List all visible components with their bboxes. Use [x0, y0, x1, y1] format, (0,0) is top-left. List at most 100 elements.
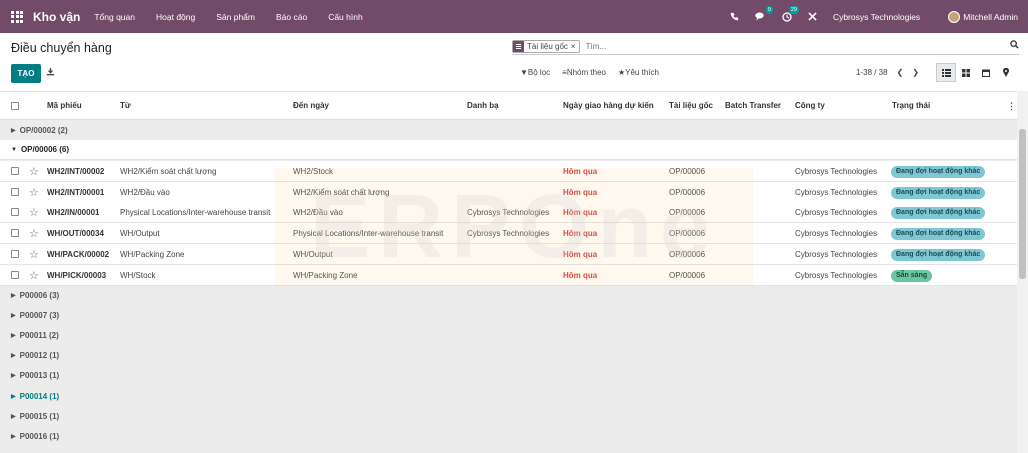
menu-operations[interactable]: Hoạt động — [156, 12, 195, 22]
table-row[interactable]: ☆ WH2/INT/00001 WH2/Đầu vào WH2/Kiểm soát c… — [0, 181, 1017, 203]
star-icon[interactable]: ☆ — [29, 186, 39, 199]
status-badge: Đang đợi hoạt động khác — [891, 186, 986, 199]
scrollbar-thumb[interactable] — [1019, 129, 1026, 279]
cell-to: WH2/Kiểm soát chất lượng — [293, 187, 390, 197]
search-icon[interactable] — [1010, 40, 1019, 51]
col-batch-transfer[interactable]: Batch Transfer — [725, 101, 781, 110]
list-view: Mã phiếu Từ Đến ngày Danh bạ Ngày giao h… — [0, 91, 1017, 453]
pager-next-icon[interactable]: ❯ — [912, 68, 919, 77]
group-row[interactable]: ▶ P00015 (1) — [0, 406, 1017, 426]
filters-toggle[interactable]: ▼Bộ lọc — [520, 68, 550, 77]
search-input[interactable] — [585, 42, 966, 51]
caret-right-icon: ▶ — [11, 373, 16, 380]
group-label: P00007 (3) — [19, 310, 60, 320]
user-avatar[interactable] — [948, 10, 961, 23]
menu-products[interactable]: Sản phẩm — [216, 12, 255, 22]
facet-label: Tài liệu gốc — [527, 42, 568, 51]
app-title[interactable]: Kho vận — [33, 10, 80, 24]
cell-to: WH/Output — [293, 249, 333, 259]
star-icon[interactable]: ☆ — [29, 248, 39, 261]
col-scheduled-date[interactable]: Ngày giao hàng dự kiến — [563, 101, 654, 110]
user-menu[interactable]: Mitchell Admin — [963, 12, 1018, 22]
favorites-toggle[interactable]: ★Yêu thích — [618, 68, 659, 77]
col-company[interactable]: Công ty — [795, 101, 825, 110]
debug-tools-icon[interactable] — [808, 12, 817, 21]
row-checkbox[interactable] — [11, 167, 19, 175]
kanban-view-button[interactable] — [956, 63, 976, 82]
table-row[interactable]: ☆ WH/PACK/00002 WH/Packing Zone WH/Output Hô… — [0, 243, 1017, 265]
group-row[interactable]: ▶ P00006 (3) — [0, 285, 1017, 305]
row-checkbox[interactable] — [11, 249, 19, 258]
pager: 1-38 / 38 ❮ ❯ — [856, 68, 919, 77]
cell-scheduled-date: Hôm qua — [563, 270, 598, 280]
apps-menu-icon[interactable] — [11, 10, 23, 23]
cell-scheduled-date: Hôm qua — [563, 229, 598, 239]
star-icon[interactable]: ☆ — [29, 206, 39, 219]
filters-label: Bộ lọc — [527, 68, 551, 77]
col-contact[interactable]: Danh bạ — [467, 101, 499, 110]
col-status[interactable]: Trạng thái — [892, 101, 930, 110]
filter-icon: ▼ — [520, 68, 528, 77]
group-row-open[interactable]: ▼ OP/00006 (6) — [0, 140, 1017, 160]
vertical-scrollbar[interactable] — [1017, 91, 1028, 453]
map-view-button[interactable] — [996, 63, 1016, 82]
star-icon[interactable]: ☆ — [29, 227, 39, 240]
star-icon[interactable]: ☆ — [29, 269, 39, 282]
chat-icon[interactable]: 9 — [755, 6, 773, 21]
map-marker-icon — [1003, 68, 1009, 77]
table-row[interactable]: ☆ WH/OUT/00034 WH/Output Physical Locations… — [0, 223, 1017, 245]
group-label: P00013 (1) — [19, 371, 60, 381]
col-source-document[interactable]: Tài liệu gốc — [669, 101, 713, 110]
cell-source-document: OP/00006 — [669, 249, 706, 259]
cell-company: Cybrosys Technologies — [795, 208, 878, 218]
caret-right-icon: ▶ — [11, 312, 16, 319]
group-row[interactable]: ▶ P00011 (2) — [0, 325, 1017, 345]
cell-to: Physical Locations/Inter-warehouse trans… — [293, 229, 444, 239]
table-row[interactable]: ☆ WH2/INT/00002 WH2/Kiểm soát chất lượng WH… — [0, 161, 1017, 182]
menu-reporting[interactable]: Báo cáo — [276, 12, 307, 22]
cell-source-document: OP/00006 — [669, 208, 706, 218]
menu-overview[interactable]: Tổng quan — [94, 12, 135, 22]
phone-icon[interactable] — [730, 12, 739, 21]
select-all-checkbox[interactable] — [11, 102, 19, 110]
row-checkbox[interactable] — [11, 270, 19, 279]
caret-right-icon: ▶ — [11, 332, 16, 339]
kanban-view-icon — [962, 68, 970, 77]
cell-from: Physical Locations/Inter-warehouse trans… — [120, 208, 271, 218]
group-row[interactable]: ▶ P00013 (1) — [0, 366, 1017, 386]
group-row[interactable]: ▶ P00014 (1) — [0, 386, 1017, 406]
row-checkbox[interactable] — [11, 208, 19, 217]
menu-configuration[interactable]: Cấu hình — [328, 12, 363, 22]
optional-columns-icon[interactable]: ⋮ — [1007, 101, 1016, 112]
group-row[interactable]: ▶ P00016 (1) — [0, 426, 1017, 446]
group-row[interactable]: ▶ OP/00002 (2) — [0, 120, 1017, 140]
caret-right-icon: ▶ — [11, 413, 16, 420]
cell-to: WH2/Stock — [293, 167, 334, 176]
status-badge: Đang đợi hoạt động khác — [891, 207, 986, 220]
group-row[interactable]: ▶ P00007 (3) — [0, 305, 1017, 325]
list-view-button[interactable] — [936, 63, 956, 82]
groupby-label: Nhóm theo — [566, 68, 606, 77]
col-from[interactable]: Từ — [120, 101, 131, 110]
row-checkbox[interactable] — [11, 187, 19, 196]
col-reference[interactable]: Mã phiếu — [47, 101, 82, 110]
group-label: OP/00006 (6) — [20, 145, 69, 154]
pager-value[interactable]: 1-38 / 38 — [856, 68, 888, 77]
create-button[interactable]: TẠO — [11, 64, 41, 83]
group-label: P00006 (3) — [19, 290, 60, 300]
activity-clock-icon[interactable]: 29 — [782, 5, 799, 22]
download-icon[interactable] — [46, 67, 55, 78]
calendar-view-button[interactable] — [976, 63, 996, 82]
company-switcher[interactable]: Cybrosys Technologies — [833, 12, 920, 22]
pager-prev-icon[interactable]: ❮ — [897, 68, 904, 77]
cell-company: Cybrosys Technologies — [795, 249, 878, 259]
table-row[interactable]: ☆ WH2/IN/00001 Physical Locations/Inter-wa… — [0, 202, 1017, 224]
star-icon[interactable]: ☆ — [29, 165, 39, 178]
row-checkbox[interactable] — [11, 229, 19, 238]
facet-remove-icon[interactable]: × — [571, 42, 579, 51]
groupby-toggle[interactable]: ≡Nhóm theo — [562, 68, 606, 77]
col-to[interactable]: Đến ngày — [293, 101, 329, 110]
cell-source-document: OP/00006 — [669, 229, 706, 239]
table-row[interactable]: ☆ WH/PICK/00003 WH/Stock WH/Packing Zone Hôm… — [0, 264, 1017, 286]
group-row[interactable]: ▶ P00012 (1) — [0, 346, 1017, 366]
